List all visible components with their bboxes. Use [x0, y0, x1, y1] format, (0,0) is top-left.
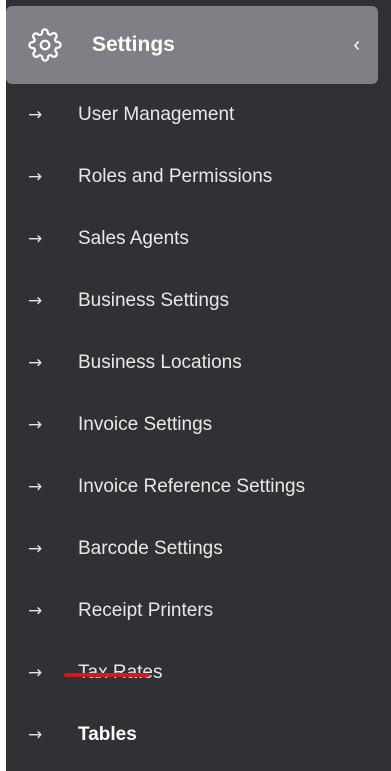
menu-item-label: Business Settings [78, 290, 230, 311]
settings-submenu: → User Management → Roles and Permission… [6, 84, 391, 766]
settings-title: Settings [92, 33, 175, 56]
menu-item-sales-agents[interactable]: → Sales Agents [6, 208, 391, 270]
menu-item-user-management[interactable]: → User Management [6, 84, 391, 146]
settings-sidebar: Settings ‹ → User Management → Roles and… [0, 0, 391, 771]
menu-item-label: Invoice Settings [78, 414, 213, 435]
active-item-underline [64, 673, 150, 677]
arrow-right-icon: → [28, 353, 43, 373]
arrow-right-icon: → [28, 601, 43, 621]
menu-item-invoice-settings[interactable]: → Invoice Settings [6, 394, 391, 456]
arrow-right-icon: → [28, 291, 43, 311]
menu-item-label: Receipt Printers [78, 600, 214, 621]
menu-item-label: Sales Agents [78, 228, 189, 249]
arrow-right-icon: → [28, 105, 43, 125]
menu-item-receipt-printers[interactable]: → Receipt Printers [6, 580, 391, 642]
arrow-right-icon: → [28, 167, 43, 187]
arrow-right-icon: → [28, 415, 43, 435]
menu-item-barcode-settings[interactable]: → Barcode Settings [6, 518, 391, 580]
menu-item-business-locations[interactable]: → Business Locations [6, 332, 391, 394]
menu-item-label: Invoice Reference Settings [78, 476, 306, 497]
menu-item-label: Business Locations [78, 352, 242, 373]
menu-item-business-settings[interactable]: → Business Settings [6, 270, 391, 332]
gear-icon [28, 28, 62, 62]
chevron-left-icon[interactable]: ‹ [353, 6, 360, 84]
menu-item-label: Tables [78, 724, 137, 745]
menu-item-label: Barcode Settings [78, 538, 223, 559]
arrow-right-icon: → [28, 477, 43, 497]
menu-item-invoice-reference-settings[interactable]: → Invoice Reference Settings [6, 456, 391, 518]
menu-item-tables[interactable]: → Tables [6, 704, 391, 766]
arrow-right-icon: → [28, 725, 43, 745]
menu-item-label: Roles and Permissions [78, 166, 273, 187]
settings-menu-header[interactable]: Settings ‹ [6, 6, 378, 84]
menu-item-roles-and-permissions[interactable]: → Roles and Permissions [6, 146, 391, 208]
arrow-right-icon: → [28, 229, 43, 249]
arrow-right-icon: → [28, 663, 43, 683]
menu-item-label: User Management [78, 104, 235, 125]
arrow-right-icon: → [28, 539, 43, 559]
